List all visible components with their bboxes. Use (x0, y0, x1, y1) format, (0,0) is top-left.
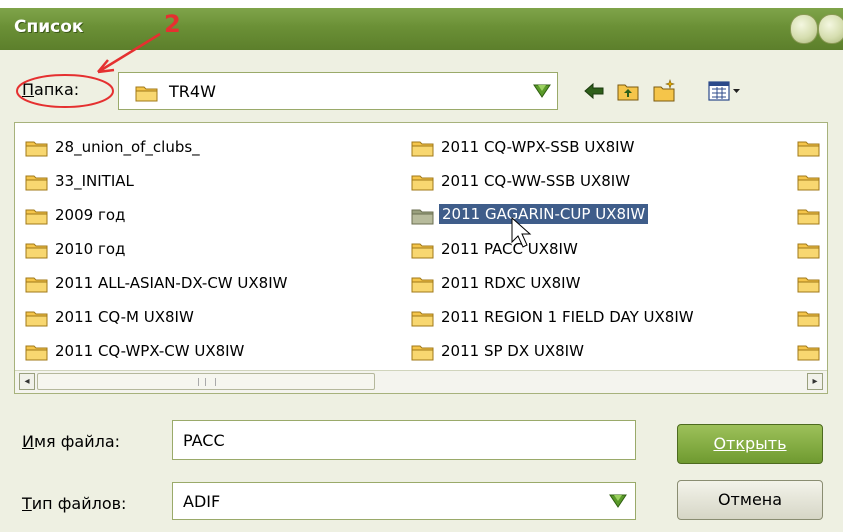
folder-icon (411, 243, 434, 259)
file-name-label-rest: мя файла: (33, 432, 121, 451)
folder-icon (25, 277, 48, 293)
folder-icon (797, 243, 820, 259)
view-menu-icon[interactable] (708, 79, 742, 103)
file-list-item-label: 2011 CQ-WPX-CW UX8IW (55, 342, 245, 360)
folder-label-rest: апка: (34, 80, 80, 99)
folder-icon (25, 345, 48, 361)
folder-icon (797, 311, 820, 327)
file-list-item-label: 2011 CQ-WPX-SSB UX8IW (441, 138, 635, 156)
folder-icon (25, 243, 48, 259)
file-list-item-label: 2010 год (55, 240, 126, 258)
folder-icon (797, 277, 820, 293)
folder-icon (411, 209, 434, 225)
cancel-button[interactable]: Отмена (677, 480, 823, 520)
file-name-label-accel: И (22, 432, 34, 451)
file-type-label-accel: Т (22, 494, 32, 513)
file-list-item-label: 2011 ALL-ASIAN-DX-CW UX8IW (55, 274, 288, 292)
open-button[interactable]: Открыть (677, 424, 823, 464)
file-list-item-label: 2011 REGION 1 FIELD DAY UX8IW (441, 308, 694, 326)
file-type-value: ADIF (183, 492, 221, 511)
back-arrow-icon[interactable] (582, 79, 606, 103)
page: Список Папка: TR4W ◂ ▸ 28_union_of_clubs… (0, 0, 843, 532)
folder-icon (135, 86, 158, 102)
file-list-item-label: 2011 PACC UX8IW (441, 240, 578, 258)
folder-label-accel: П (22, 80, 35, 99)
folder-icon (25, 311, 48, 327)
file-list-item-label: 2011 GAGARIN-CUP UX8IW (439, 204, 649, 224)
file-list-item-label: 2011 SP DX UX8IW (441, 342, 584, 360)
dropdown-arrow-icon[interactable] (531, 81, 553, 101)
dropdown-arrow-icon[interactable] (607, 491, 629, 511)
file-name-label: Имя файла: (22, 432, 120, 451)
file-list-item-label: 33_INITIAL (55, 172, 134, 190)
folder-icon (411, 141, 434, 157)
close-button[interactable] (818, 14, 843, 44)
file-list-item-label: 2009 год (55, 206, 126, 224)
folder-icon (797, 141, 820, 157)
file-name-input[interactable] (172, 420, 636, 460)
folder-icon (797, 209, 820, 225)
open-file-dialog: Список Папка: TR4W ◂ ▸ 28_union_of_clubs… (0, 8, 843, 532)
file-type-dropdown[interactable]: ADIF (172, 482, 636, 520)
folder-icon (411, 311, 434, 327)
folder-icon (797, 345, 820, 361)
file-list-item-label: 2011 RDXC UX8IW (441, 274, 581, 292)
folder-label: Папка: (22, 80, 79, 99)
file-type-label: Тип файлов: (22, 494, 126, 513)
file-list-item-label: 28_union_of_clubs_ (55, 138, 200, 156)
file-list-item-label: 2011 CQ-WW-SSB UX8IW (441, 172, 631, 190)
folder-value: TR4W (169, 82, 216, 101)
title-bar: Список (0, 8, 843, 50)
folder-dropdown[interactable]: TR4W (118, 72, 558, 110)
folder-icon (25, 209, 48, 225)
folder-icon (797, 175, 820, 191)
scroll-right-button[interactable]: ▸ (807, 373, 823, 390)
help-button[interactable] (790, 14, 818, 44)
scroll-grip-icon (198, 378, 216, 386)
annotation-number: 2 (164, 10, 181, 38)
scroll-thumb[interactable] (37, 373, 375, 390)
file-list[interactable]: ◂ ▸ 28_union_of_clubs_ 33_INITIAL 2009 год… (14, 122, 828, 394)
file-list-item-label: 2011 CQ-M UX8IW (55, 308, 194, 326)
folder-up-icon[interactable] (616, 79, 640, 103)
folder-icon (411, 277, 434, 293)
folder-icon (411, 175, 434, 191)
folder-icon (25, 175, 48, 191)
folder-icon (25, 141, 48, 157)
folder-icon (411, 345, 434, 361)
horizontal-scrollbar[interactable]: ◂ ▸ (15, 370, 827, 393)
file-type-label-rest: ип файлов: (31, 494, 127, 513)
dialog-title: Список (14, 17, 84, 37)
new-folder-icon[interactable] (652, 79, 676, 103)
scroll-left-button[interactable]: ◂ (19, 373, 35, 390)
